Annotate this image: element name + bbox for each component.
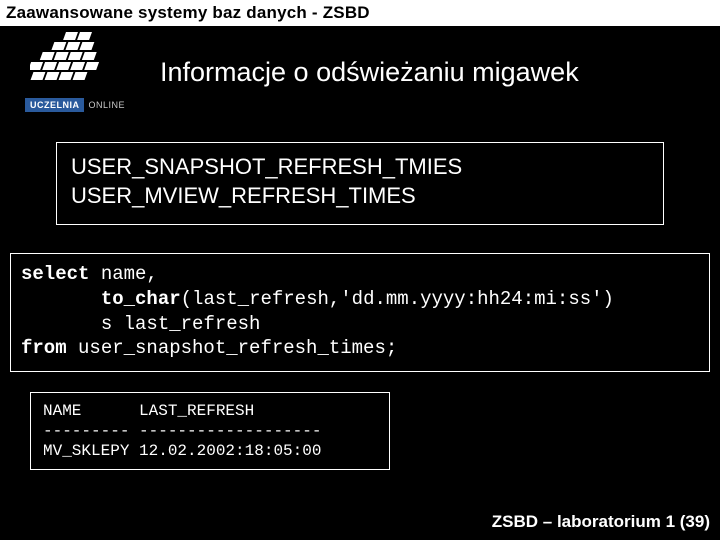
title-area: UCZELNIA ONLINE Informacje o odświeżaniu… [0, 26, 720, 118]
logo-online: ONLINE [88, 100, 125, 110]
cubes-icon [30, 32, 120, 92]
sql-box: select name, to_char(last_refresh,'dd.mm… [10, 253, 710, 372]
course-header: Zaawansowane systemy baz danych - ZSBD [0, 0, 720, 26]
view-name-1: USER_SNAPSHOT_REFRESH_TMIES [71, 153, 649, 182]
result-header: NAME LAST_REFRESH [43, 401, 377, 421]
result-row: MV_SKLEPY 12.02.2002:18:05:00 [43, 441, 377, 461]
result-divider: --------- ------------------- [43, 421, 377, 441]
view-name-2: USER_MVIEW_REFRESH_TIMES [71, 182, 649, 211]
slide-title: Informacje o odświeżaniu migawek [150, 57, 579, 88]
views-box: USER_SNAPSHOT_REFRESH_TMIES USER_MVIEW_R… [56, 142, 664, 225]
result-box: NAME LAST_REFRESH --------- ------------… [30, 392, 390, 470]
logo-text: UCZELNIA ONLINE [25, 98, 125, 112]
sql-line-1: select name, [21, 262, 699, 287]
footer: ZSBD – laboratorium 1 (39) [492, 512, 710, 532]
sql-line-4: from user_snapshot_refresh_times; [21, 336, 699, 361]
logo: UCZELNIA ONLINE [0, 32, 150, 112]
sql-line-2: to_char(last_refresh,'dd.mm.yyyy:hh24:mi… [21, 287, 699, 312]
logo-uczelnia: UCZELNIA [25, 98, 85, 112]
sql-line-3: s last_refresh [21, 312, 699, 337]
